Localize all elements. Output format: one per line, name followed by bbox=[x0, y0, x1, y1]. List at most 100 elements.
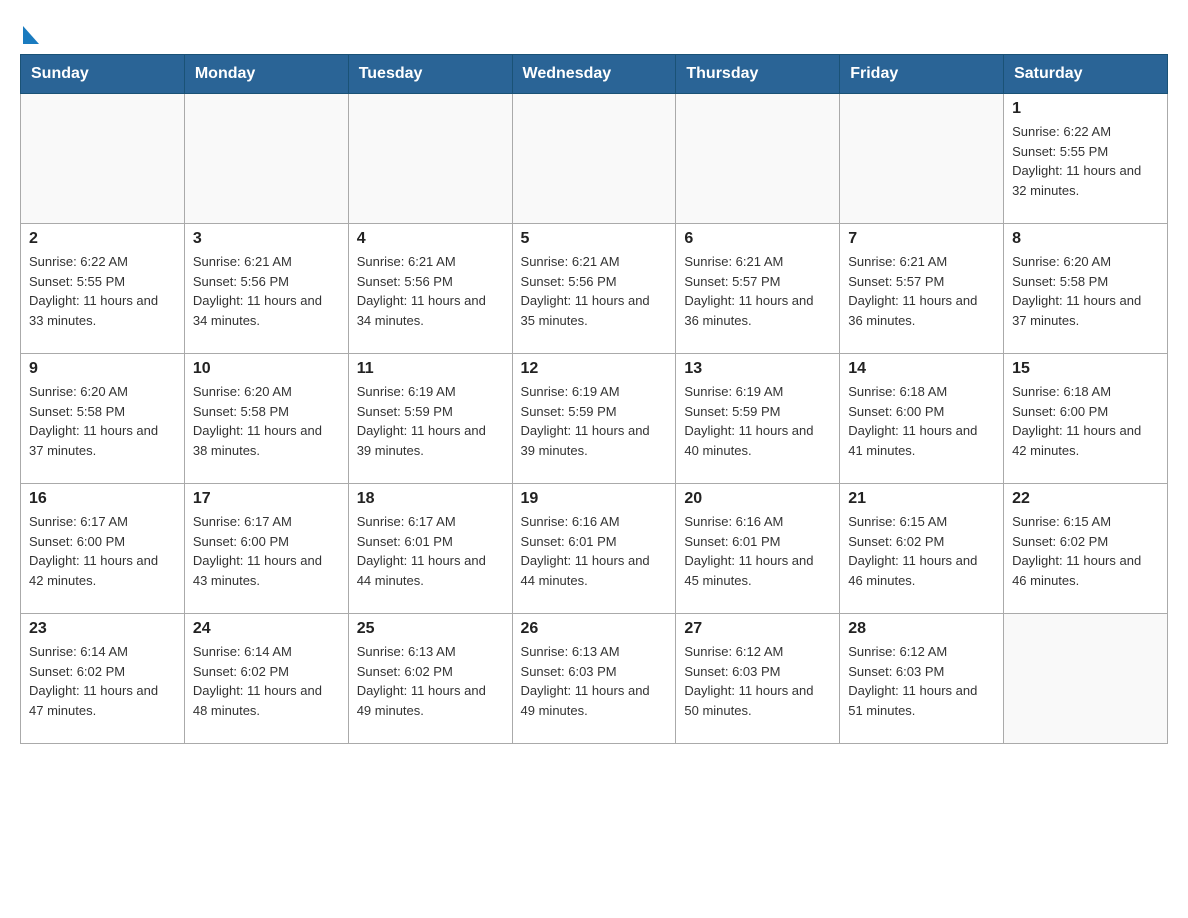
calendar-cell: 3 Sunrise: 6:21 AMSunset: 5:56 PMDaylight… bbox=[184, 224, 348, 354]
calendar-cell: 23 Sunrise: 6:14 AMSunset: 6:02 PMDayligh… bbox=[21, 614, 185, 744]
calendar-cell: 13 Sunrise: 6:19 AMSunset: 5:59 PMDayligh… bbox=[676, 354, 840, 484]
calendar-cell: 6 Sunrise: 6:21 AMSunset: 5:57 PMDaylight… bbox=[676, 224, 840, 354]
calendar-cell: 4 Sunrise: 6:21 AMSunset: 5:56 PMDaylight… bbox=[348, 224, 512, 354]
day-info: Sunrise: 6:15 AMSunset: 6:02 PMDaylight:… bbox=[1012, 512, 1159, 590]
day-number: 2 bbox=[29, 230, 176, 248]
calendar-cell: 11 Sunrise: 6:19 AMSunset: 5:59 PMDayligh… bbox=[348, 354, 512, 484]
day-info: Sunrise: 6:16 AMSunset: 6:01 PMDaylight:… bbox=[521, 512, 668, 590]
weekday-header-monday: Monday bbox=[184, 55, 348, 94]
weekday-header-sunday: Sunday bbox=[21, 55, 185, 94]
day-info: Sunrise: 6:19 AMSunset: 5:59 PMDaylight:… bbox=[521, 382, 668, 460]
day-number: 4 bbox=[357, 230, 504, 248]
day-number: 10 bbox=[193, 360, 340, 378]
calendar-cell: 28Sunrise: 6:12 AMSunset: 6:03 PMDayligh… bbox=[840, 614, 1004, 744]
day-info: Sunrise: 6:17 AMSunset: 6:01 PMDaylight:… bbox=[357, 512, 504, 590]
calendar-cell: 7 Sunrise: 6:21 AMSunset: 5:57 PMDaylight… bbox=[840, 224, 1004, 354]
day-info: Sunrise: 6:21 AMSunset: 5:57 PMDaylight:… bbox=[684, 252, 831, 330]
day-number: 9 bbox=[29, 360, 176, 378]
calendar-cell: 5 Sunrise: 6:21 AMSunset: 5:56 PMDaylight… bbox=[512, 224, 676, 354]
weekday-header-tuesday: Tuesday bbox=[348, 55, 512, 94]
day-number: 25 bbox=[357, 620, 504, 638]
day-info: Sunrise: 6:21 AMSunset: 5:56 PMDaylight:… bbox=[357, 252, 504, 330]
day-number: 1 bbox=[1012, 100, 1159, 118]
day-number: 5 bbox=[521, 230, 668, 248]
weekday-header-wednesday: Wednesday bbox=[512, 55, 676, 94]
day-info: Sunrise: 6:15 AMSunset: 6:02 PMDaylight:… bbox=[848, 512, 995, 590]
day-info: Sunrise: 6:20 AMSunset: 5:58 PMDaylight:… bbox=[29, 382, 176, 460]
day-info: Sunrise: 6:19 AMSunset: 5:59 PMDaylight:… bbox=[357, 382, 504, 460]
day-number: 16 bbox=[29, 490, 176, 508]
day-info: Sunrise: 6:13 AMSunset: 6:03 PMDaylight:… bbox=[521, 642, 668, 720]
weekday-header-saturday: Saturday bbox=[1004, 55, 1168, 94]
day-number: 13 bbox=[684, 360, 831, 378]
calendar-cell: 22Sunrise: 6:15 AMSunset: 6:02 PMDayligh… bbox=[1004, 484, 1168, 614]
day-info: Sunrise: 6:12 AMSunset: 6:03 PMDaylight:… bbox=[684, 642, 831, 720]
page-header bbox=[20, 20, 1168, 38]
day-info: Sunrise: 6:21 AMSunset: 5:57 PMDaylight:… bbox=[848, 252, 995, 330]
week-row-2: 2 Sunrise: 6:22 AMSunset: 5:55 PMDaylight… bbox=[21, 224, 1168, 354]
calendar-cell bbox=[348, 94, 512, 224]
day-number: 11 bbox=[357, 360, 504, 378]
day-info: Sunrise: 6:20 AMSunset: 5:58 PMDaylight:… bbox=[193, 382, 340, 460]
day-number: 18 bbox=[357, 490, 504, 508]
weekday-header-thursday: Thursday bbox=[676, 55, 840, 94]
day-number: 14 bbox=[848, 360, 995, 378]
calendar-cell: 18 Sunrise: 6:17 AMSunset: 6:01 PMDayligh… bbox=[348, 484, 512, 614]
calendar-cell: 1 Sunrise: 6:22 AMSunset: 5:55 PMDaylight… bbox=[1004, 94, 1168, 224]
calendar-table: SundayMondayTuesdayWednesdayThursdayFrid… bbox=[20, 54, 1168, 744]
day-number: 15 bbox=[1012, 360, 1159, 378]
day-info: Sunrise: 6:21 AMSunset: 5:56 PMDaylight:… bbox=[521, 252, 668, 330]
day-info: Sunrise: 6:18 AMSunset: 6:00 PMDaylight:… bbox=[848, 382, 995, 460]
calendar-cell: 14 Sunrise: 6:18 AMSunset: 6:00 PMDayligh… bbox=[840, 354, 1004, 484]
calendar-cell: 12 Sunrise: 6:19 AMSunset: 5:59 PMDayligh… bbox=[512, 354, 676, 484]
calendar-cell: 17 Sunrise: 6:17 AMSunset: 6:00 PMDayligh… bbox=[184, 484, 348, 614]
day-info: Sunrise: 6:18 AMSunset: 6:00 PMDaylight:… bbox=[1012, 382, 1159, 460]
calendar-cell bbox=[676, 94, 840, 224]
calendar-cell: 8Sunrise: 6:20 AMSunset: 5:58 PMDaylight… bbox=[1004, 224, 1168, 354]
week-row-5: 23 Sunrise: 6:14 AMSunset: 6:02 PMDayligh… bbox=[21, 614, 1168, 744]
day-number: 21 bbox=[848, 490, 995, 508]
day-info: Sunrise: 6:16 AMSunset: 6:01 PMDaylight:… bbox=[684, 512, 831, 590]
calendar-cell: 27Sunrise: 6:12 AMSunset: 6:03 PMDayligh… bbox=[676, 614, 840, 744]
week-row-4: 16 Sunrise: 6:17 AMSunset: 6:00 PMDayligh… bbox=[21, 484, 1168, 614]
calendar-cell bbox=[840, 94, 1004, 224]
calendar-cell: 16Sunrise: 6:17 AMSunset: 6:00 PMDayligh… bbox=[21, 484, 185, 614]
day-number: 6 bbox=[684, 230, 831, 248]
calendar-cell: 25Sunrise: 6:13 AMSunset: 6:02 PMDayligh… bbox=[348, 614, 512, 744]
day-number: 23 bbox=[29, 620, 176, 638]
calendar-cell: 2 Sunrise: 6:22 AMSunset: 5:55 PMDaylight… bbox=[21, 224, 185, 354]
logo-triangle-icon bbox=[23, 26, 39, 44]
calendar-cell: 10 Sunrise: 6:20 AMSunset: 5:58 PMDayligh… bbox=[184, 354, 348, 484]
day-number: 12 bbox=[521, 360, 668, 378]
calendar-cell: 24 Sunrise: 6:14 AMSunset: 6:02 PMDayligh… bbox=[184, 614, 348, 744]
calendar-cell: 9 Sunrise: 6:20 AMSunset: 5:58 PMDaylight… bbox=[21, 354, 185, 484]
day-info: Sunrise: 6:14 AMSunset: 6:02 PMDaylight:… bbox=[193, 642, 340, 720]
day-info: Sunrise: 6:12 AMSunset: 6:03 PMDaylight:… bbox=[848, 642, 995, 720]
calendar-cell: 15 Sunrise: 6:18 AMSunset: 6:00 PMDayligh… bbox=[1004, 354, 1168, 484]
day-number: 24 bbox=[193, 620, 340, 638]
calendar-cell bbox=[21, 94, 185, 224]
day-info: Sunrise: 6:14 AMSunset: 6:02 PMDaylight:… bbox=[29, 642, 176, 720]
calendar-cell: 21 Sunrise: 6:15 AMSunset: 6:02 PMDayligh… bbox=[840, 484, 1004, 614]
day-number: 20 bbox=[684, 490, 831, 508]
day-number: 19 bbox=[521, 490, 668, 508]
day-number: 3 bbox=[193, 230, 340, 248]
day-number: 7 bbox=[848, 230, 995, 248]
calendar-cell bbox=[1004, 614, 1168, 744]
day-info: Sunrise: 6:22 AMSunset: 5:55 PMDaylight:… bbox=[1012, 122, 1159, 200]
calendar-cell: 20 Sunrise: 6:16 AMSunset: 6:01 PMDayligh… bbox=[676, 484, 840, 614]
calendar-cell bbox=[512, 94, 676, 224]
day-number: 26 bbox=[521, 620, 668, 638]
weekday-header-row: SundayMondayTuesdayWednesdayThursdayFrid… bbox=[21, 55, 1168, 94]
logo bbox=[20, 20, 39, 38]
day-info: Sunrise: 6:17 AMSunset: 6:00 PMDaylight:… bbox=[193, 512, 340, 590]
day-info: Sunrise: 6:22 AMSunset: 5:55 PMDaylight:… bbox=[29, 252, 176, 330]
day-info: Sunrise: 6:19 AMSunset: 5:59 PMDaylight:… bbox=[684, 382, 831, 460]
weekday-header-friday: Friday bbox=[840, 55, 1004, 94]
day-number: 17 bbox=[193, 490, 340, 508]
day-info: Sunrise: 6:21 AMSunset: 5:56 PMDaylight:… bbox=[193, 252, 340, 330]
calendar-cell bbox=[184, 94, 348, 224]
week-row-1: 1 Sunrise: 6:22 AMSunset: 5:55 PMDaylight… bbox=[21, 94, 1168, 224]
calendar-cell: 19 Sunrise: 6:16 AMSunset: 6:01 PMDayligh… bbox=[512, 484, 676, 614]
day-number: 8 bbox=[1012, 230, 1159, 248]
